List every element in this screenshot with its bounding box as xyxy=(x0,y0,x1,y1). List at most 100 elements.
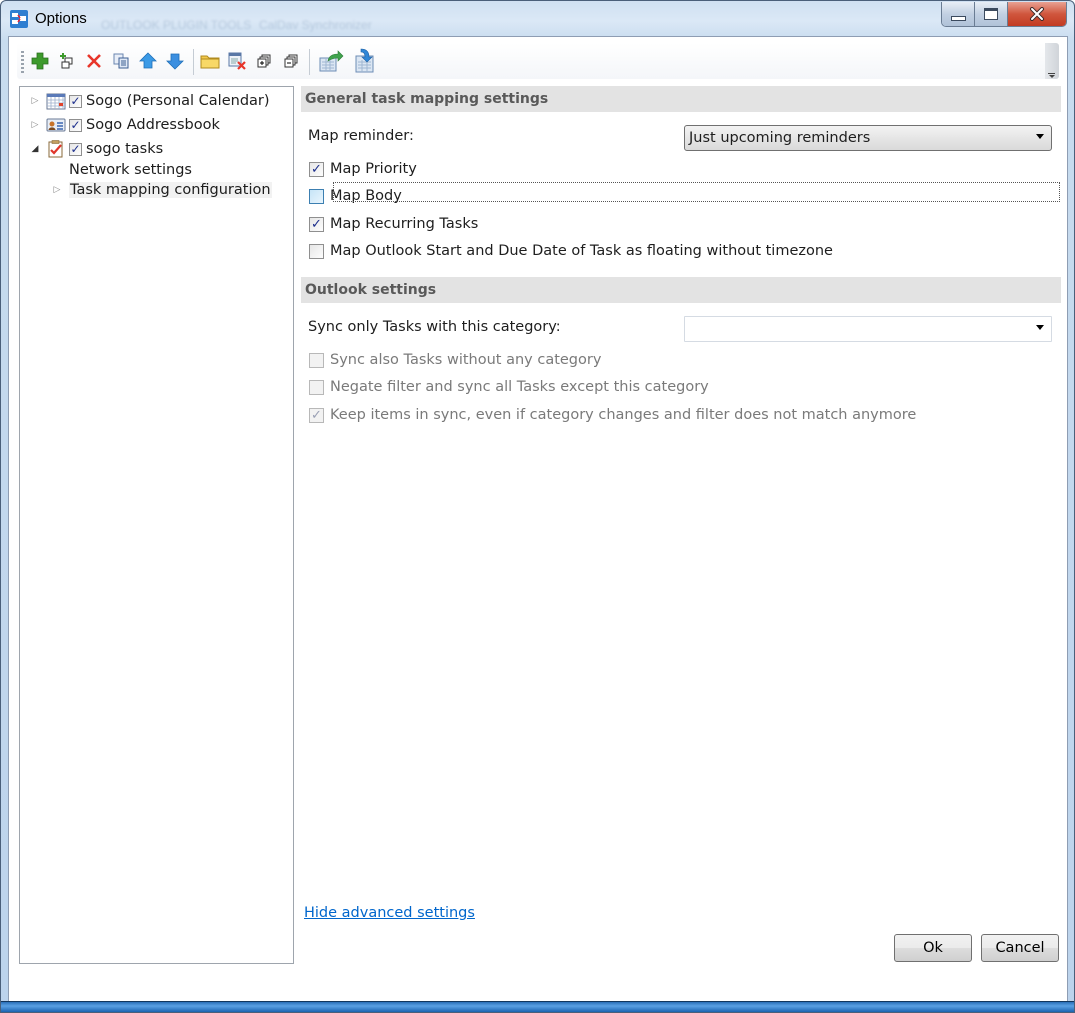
hide-advanced-settings-link[interactable]: Hide advanced settings xyxy=(304,905,475,921)
sync-without-category-checkbox-row[interactable]: Sync also Tasks without any category xyxy=(309,349,601,371)
red-x-icon xyxy=(87,54,101,68)
clear-cache-icon xyxy=(228,52,246,70)
map-recurring-tasks-checkbox[interactable]: ✓ xyxy=(309,216,324,232)
tasks-icon xyxy=(46,140,66,158)
dialog-client-area: ▷ ✓ Sogo (Personal Calendar) ▷ ✓ Sogo Ad… xyxy=(8,36,1068,1003)
tree-item-task-mapping-configuration[interactable]: ▷ Task mapping configuration xyxy=(52,179,272,201)
map-priority-label: Map Priority xyxy=(330,161,417,177)
tree-item-label: Network settings xyxy=(69,162,192,178)
export-icon xyxy=(319,50,344,72)
tree-item-label: Task mapping configuration xyxy=(69,182,272,198)
section-header-outlook: Outlook settings xyxy=(301,277,1061,303)
overflow-chevron-icon xyxy=(1048,73,1055,74)
category-filter-label: Sync only Tasks with this category: xyxy=(308,319,561,335)
expand-all-icon xyxy=(257,54,271,68)
add-profile-button[interactable] xyxy=(29,50,51,72)
ok-button[interactable]: Ok xyxy=(894,934,972,962)
dropdown-arrow-icon xyxy=(1036,134,1044,139)
toolbar xyxy=(17,43,1059,79)
collapse-all-button[interactable] xyxy=(280,50,302,72)
profile-enabled-checkbox[interactable]: ✓ xyxy=(69,94,82,108)
dropdown-arrow-icon[interactable] xyxy=(1036,325,1044,330)
options-window: Options OUTLOOK PLUGIN TOOLS CalDav Sync… xyxy=(0,0,1075,1013)
maximize-button[interactable] xyxy=(975,2,1008,26)
expand-all-button[interactable] xyxy=(253,50,275,72)
green-plus-icon xyxy=(31,52,49,70)
keep-in-sync-checkbox[interactable]: ✓ xyxy=(309,407,324,423)
negate-filter-label: Negate filter and sync all Tasks except … xyxy=(330,379,709,395)
map-floating-dates-label: Map Outlook Start and Due Date of Task a… xyxy=(330,243,833,259)
task-mapping-panel: General task mapping settings Map remind… xyxy=(301,86,1061,966)
title-bar[interactable]: Options OUTLOOK PLUGIN TOOLS CalDav Sync… xyxy=(1,1,1074,37)
move-up-button[interactable] xyxy=(137,50,159,72)
import-options-button[interactable] xyxy=(351,48,379,73)
plus-copy-icon xyxy=(60,53,73,69)
overflow-arrow-icon xyxy=(1049,75,1055,78)
map-floating-dates-checkbox-row[interactable]: Map Outlook Start and Due Date of Task a… xyxy=(309,240,833,262)
addressbook-icon xyxy=(46,116,66,134)
map-body-checkbox-row[interactable]: Map Body xyxy=(309,182,1060,207)
negate-filter-checkbox-row[interactable]: Negate filter and sync all Tasks except … xyxy=(309,376,709,398)
collapse-arrow-icon[interactable]: ◢ xyxy=(30,144,40,154)
copy-icon xyxy=(113,53,129,69)
tree-item-label: Sogo (Personal Calendar) xyxy=(86,93,270,109)
tree-item-label: sogo tasks xyxy=(86,141,164,157)
folder-icon xyxy=(200,55,220,69)
sync-without-category-checkbox[interactable] xyxy=(309,352,324,368)
map-recurring-tasks-checkbox-row[interactable]: ✓ Map Recurring Tasks xyxy=(309,213,478,235)
window-bottom-border xyxy=(1,1001,1074,1012)
delete-profile-button[interactable] xyxy=(83,50,105,72)
profile-enabled-checkbox[interactable]: ✓ xyxy=(69,142,82,156)
map-body-checkbox[interactable] xyxy=(309,188,324,204)
export-options-button[interactable] xyxy=(317,50,345,72)
section-header-general: General task mapping settings xyxy=(301,86,1061,112)
tree-item-network-settings[interactable]: Network settings xyxy=(69,159,192,181)
minimize-icon xyxy=(950,15,966,21)
profile-tree: ▷ ✓ Sogo (Personal Calendar) ▷ ✓ Sogo Ad… xyxy=(19,86,294,964)
blue-up-arrow-icon xyxy=(139,52,157,69)
keep-in-sync-checkbox-row[interactable]: ✓ Keep items in sync, even if category c… xyxy=(309,404,916,426)
toolbar-separator xyxy=(193,49,194,75)
move-down-button[interactable] xyxy=(164,50,186,72)
toolbar-separator xyxy=(309,49,310,75)
copy-profile-button[interactable] xyxy=(110,50,132,72)
close-button[interactable] xyxy=(1008,2,1066,26)
tree-item-sogo-calendar[interactable]: ▷ ✓ Sogo (Personal Calendar) xyxy=(30,90,270,112)
import-icon xyxy=(355,48,374,73)
background-tab-ghost: CalDav Synchronizer xyxy=(259,18,372,32)
map-priority-checkbox[interactable]: ✓ xyxy=(309,161,324,177)
expand-arrow-icon[interactable]: ▷ xyxy=(52,185,62,195)
keep-in-sync-label: Keep items in sync, even if category cha… xyxy=(330,407,917,423)
clear-cache-button[interactable] xyxy=(226,50,248,72)
tree-item-sogo-tasks[interactable]: ◢ ✓ sogo tasks xyxy=(30,138,163,160)
calendar-icon xyxy=(46,92,66,110)
map-body-label: Map Body xyxy=(330,188,402,204)
map-reminder-dropdown[interactable]: Just upcoming reminders xyxy=(684,125,1052,151)
background-tab-ghost: OUTLOOK PLUGIN TOOLS xyxy=(101,18,252,32)
toolbar-grip[interactable] xyxy=(21,51,24,73)
tree-item-sogo-addressbook[interactable]: ▷ ✓ Sogo Addressbook xyxy=(30,114,220,136)
sync-without-category-label: Sync also Tasks without any category xyxy=(330,352,602,368)
expand-arrow-icon[interactable]: ▷ xyxy=(30,96,40,106)
open-data-directory-button[interactable] xyxy=(199,50,221,72)
category-filter-combobox[interactable] xyxy=(684,316,1052,342)
profile-enabled-checkbox[interactable]: ✓ xyxy=(69,118,82,132)
focus-rectangle xyxy=(333,182,1060,202)
cancel-button[interactable]: Cancel xyxy=(981,934,1059,962)
add-multiple-profiles-button[interactable] xyxy=(56,50,78,72)
caldav-synchronizer-app-icon xyxy=(10,10,28,28)
map-priority-checkbox-row[interactable]: ✓ Map Priority xyxy=(309,158,417,180)
map-recurring-tasks-label: Map Recurring Tasks xyxy=(330,216,479,232)
map-reminder-value: Just upcoming reminders xyxy=(689,130,871,146)
tree-item-label: Sogo Addressbook xyxy=(86,117,220,133)
close-icon xyxy=(1030,7,1044,21)
caption-buttons xyxy=(941,2,1067,27)
collapse-all-icon xyxy=(284,54,298,68)
negate-filter-checkbox[interactable] xyxy=(309,379,324,395)
map-floating-dates-checkbox[interactable] xyxy=(309,243,324,259)
minimize-button[interactable] xyxy=(942,2,975,26)
maximize-icon xyxy=(984,8,998,20)
blue-down-arrow-icon xyxy=(166,53,184,70)
expand-arrow-icon[interactable]: ▷ xyxy=(30,120,40,130)
toolbar-overflow-button[interactable] xyxy=(1045,43,1059,79)
